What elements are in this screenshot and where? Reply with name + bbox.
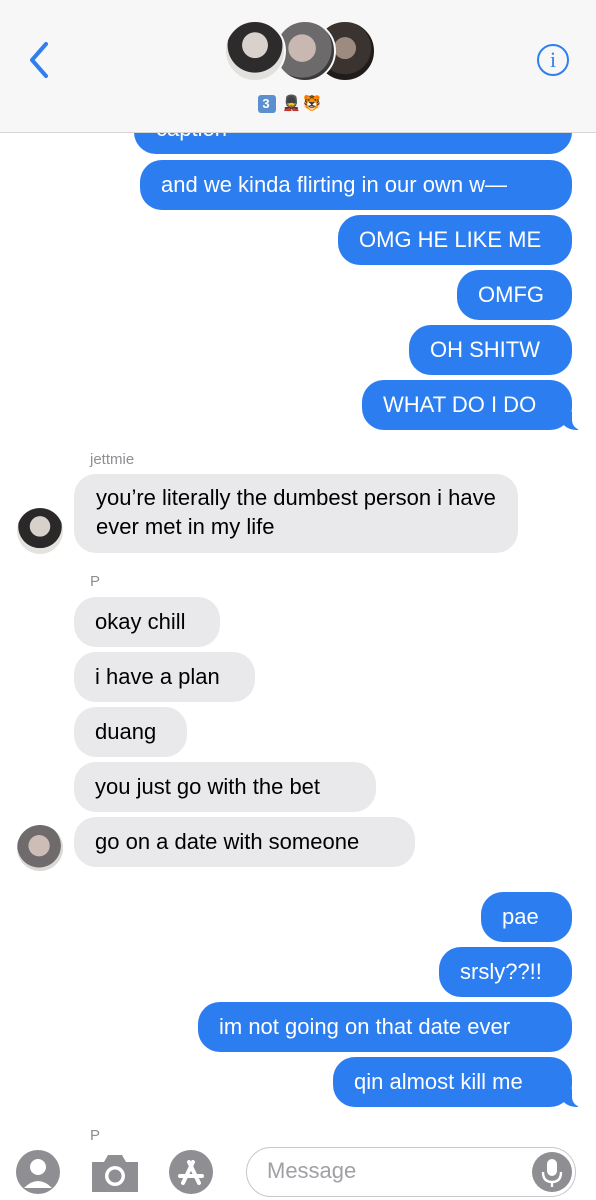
sender-name: jettmie [90, 451, 135, 468]
message-bubble-outgoing[interactable]: srsly??!! [439, 947, 572, 997]
group-avatars[interactable] [224, 20, 376, 84]
group-emoji: 💂🐯 [282, 95, 324, 112]
sender-name: P [90, 573, 101, 590]
group-number-badge: 3 [258, 95, 276, 113]
conversation-header: 3 💂🐯 i [0, 0, 596, 133]
composer-bar: Message [0, 1140, 596, 1200]
message-bubble-outgoing[interactable]: WHAT DO I DO [362, 380, 586, 430]
message-bubble-outgoing[interactable]: OH SHITW [409, 325, 572, 375]
message-bubble-outgoing[interactable]: OMFG [457, 270, 572, 320]
microphone-icon[interactable] [532, 1152, 572, 1192]
app-store-icon[interactable] [167, 1148, 215, 1196]
message-bubble-outgoing[interactable]: pae [481, 892, 572, 942]
message-bubble-incoming[interactable]: you just go with the bet [74, 762, 376, 812]
message-bubble-outgoing[interactable]: im not going on that date ever [198, 1002, 572, 1052]
info-icon[interactable]: i [537, 44, 569, 76]
message-bubble-incoming[interactable]: okay chill [74, 597, 220, 647]
camera-icon[interactable] [88, 1152, 142, 1194]
message-bubble-outgoing[interactable]: OMG HE LIKE ME [338, 215, 572, 265]
message-bubble-incoming[interactable]: go on a date with someone [74, 817, 415, 867]
message-bubble-outgoing[interactable]: and we kinda flirting in our own w— [140, 160, 572, 210]
message-bubble-outgoing[interactable]: qin almost kill me [333, 1057, 586, 1107]
message-bubble-incoming[interactable]: you’re literally the dumbest person i ha… [74, 474, 518, 553]
memoji-icon[interactable] [14, 1148, 62, 1196]
message-bubble-incoming[interactable]: i have a plan [74, 652, 255, 702]
group-name[interactable]: 3 💂🐯 [258, 94, 324, 113]
avatar[interactable] [17, 825, 63, 871]
avatar[interactable] [17, 508, 63, 554]
back-chevron-icon[interactable] [26, 40, 54, 80]
message-input[interactable]: Message [246, 1147, 576, 1197]
message-bubble-incoming[interactable]: duang [74, 707, 187, 757]
avatar [224, 20, 286, 82]
